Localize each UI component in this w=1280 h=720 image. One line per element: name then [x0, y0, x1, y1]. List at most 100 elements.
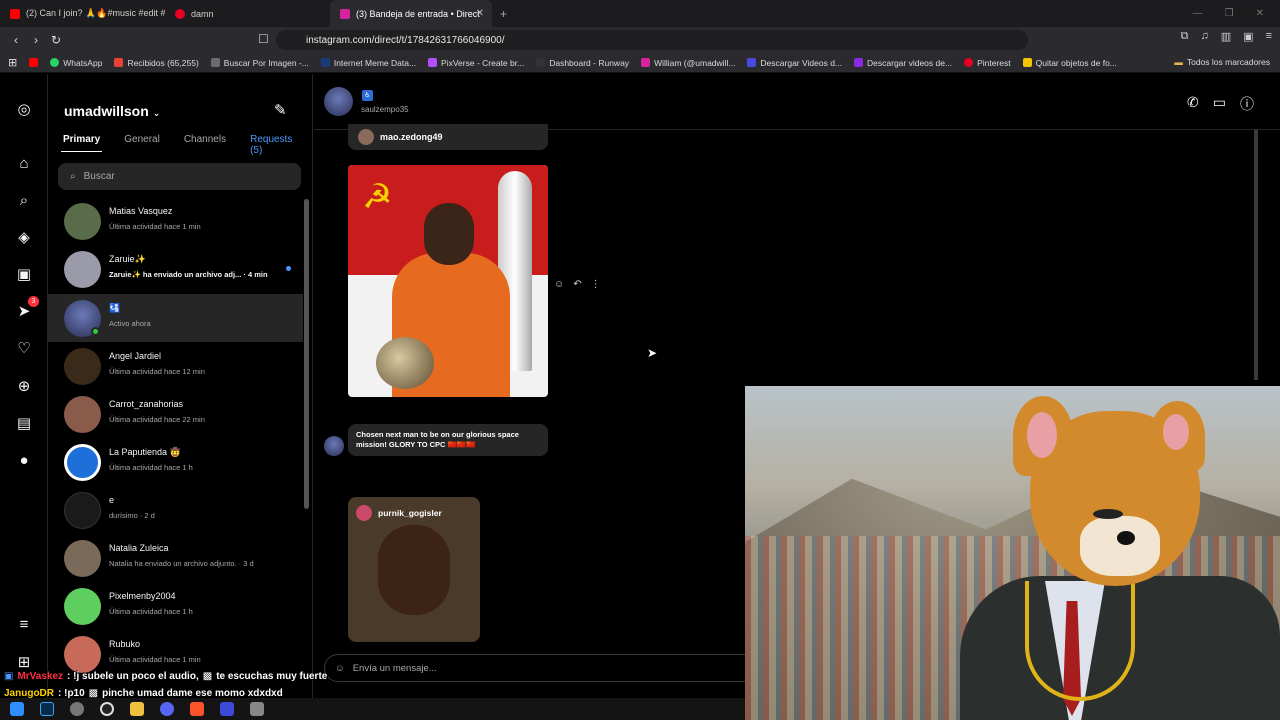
bookmark-7[interactable]: Descargar Videos d... [747, 58, 842, 68]
search-input[interactable]: ⌕ Buscar [58, 163, 301, 190]
new-tab-button[interactable]: + [492, 7, 515, 21]
bookmark-9[interactable]: Pinterest [964, 58, 1011, 68]
emoji-react-icon[interactable]: ☺ [554, 279, 564, 290]
conversation-item[interactable]: La Paputienda 🤠 Última actividad hace 1 … [48, 438, 303, 486]
conversation-name: Carrot_zanahorias [109, 399, 184, 409]
bookmark-4[interactable]: PixVerse - Create br... [428, 58, 524, 68]
bookmark-label: PixVerse - Create br... [441, 57, 525, 68]
conversation-item[interactable]: Angel Jardiel Última actividad hace 12 m… [48, 342, 303, 390]
menu-icon[interactable]: ≡ [14, 614, 34, 634]
bookmark-label: Internet Meme Data... [333, 57, 417, 68]
discord-icon[interactable] [160, 702, 174, 716]
reels-icon[interactable]: ▣ [14, 264, 34, 284]
back-icon[interactable]: ‹ [6, 33, 26, 47]
conversation-name: e [109, 495, 115, 505]
vegas-icon[interactable] [220, 702, 234, 716]
bookmark-1[interactable]: Recibidos (65,255) [114, 58, 199, 68]
close-window-icon[interactable]: ✕ [1256, 8, 1264, 19]
create-icon[interactable]: ⊕ [14, 376, 34, 396]
brave-icon[interactable] [190, 702, 204, 716]
bookmark-6[interactable]: William (@umadwill... [641, 58, 735, 68]
tab-requests[interactable]: Requests (5) [250, 134, 292, 156]
tab-label: (3) Bandeja de entrada • Direct [356, 8, 480, 19]
tab-primary[interactable]: Primary [60, 134, 103, 154]
reply-icon[interactable]: ↶ [573, 279, 581, 290]
tab-general[interactable]: General [124, 134, 160, 154]
shared-post-image[interactable]: ☭ [348, 165, 548, 397]
bookmark-icon[interactable]: ☐ [258, 32, 269, 46]
bookmark-8[interactable]: Descargar videos de... [854, 58, 952, 68]
browser-tab-pinterest[interactable]: damn [165, 0, 330, 27]
menu-icon[interactable]: ≡ [1266, 30, 1272, 43]
conversation-item[interactable]: Carrot_zanahorias Última actividad hace … [48, 390, 303, 438]
conversation-item-selected[interactable]: 🛂 Activo ahora [48, 294, 303, 342]
account-switcher[interactable]: umadwillson ⌄ [64, 103, 160, 119]
photoshop-icon[interactable] [40, 702, 54, 716]
sidebar-icon[interactable]: ▥ [1221, 30, 1231, 43]
bookmark-2[interactable]: Buscar Por Imagen -... [210, 58, 309, 68]
conversation-item[interactable]: Zaruie✨ Zaruie✨ ha enviado un archivo ad… [48, 245, 303, 293]
conversation-item[interactable]: Matias Vasquez Última actividad hace 1 m… [48, 197, 303, 245]
stream-chat-message-cont: te escuchas muy fuerte [216, 671, 328, 682]
media-icon[interactable]: ♫ [1201, 30, 1209, 43]
pinterest-icon [964, 58, 974, 67]
browser-tab-instagram[interactable]: (3) Bandeja de entrada • Direct ✕ [330, 0, 492, 27]
runway-icon [536, 58, 546, 67]
profile-avatar[interactable]: ● [14, 450, 34, 470]
reload-icon[interactable]: ↻ [46, 33, 66, 47]
all-bookmarks[interactable]: ▬ Todos los marcadores [1174, 57, 1270, 67]
file-explorer-icon[interactable] [130, 702, 144, 716]
conversation-status: durísimo · 2 d [109, 511, 155, 520]
avatar [64, 491, 101, 529]
conversation-name: Matias Vasquez [109, 206, 173, 216]
bookmark-3[interactable]: Internet Meme Data... [320, 57, 417, 68]
tab-channels[interactable]: Channels [184, 134, 226, 154]
info-icon[interactable]: ⓘ [1240, 94, 1254, 114]
conversation-item[interactable]: Natalia Zuleica Natalia ha enviado un ar… [48, 534, 303, 582]
wallet-icon[interactable]: ▣ [1243, 30, 1253, 43]
video-call-icon[interactable]: ▭ [1213, 94, 1226, 114]
url-field[interactable]: instagram.com/direct/t/17842631766046900… [276, 30, 1028, 50]
shared-post-header[interactable]: mao.zedong49 [348, 124, 548, 150]
conversation-name: Rubuko [109, 639, 141, 649]
chat-title-badge: ♿ [362, 90, 373, 101]
avatar[interactable] [324, 87, 353, 116]
conversation-item[interactable]: e durísimo · 2 d [48, 486, 303, 534]
mouse-cursor-icon: ➤ [647, 346, 658, 360]
avatar [356, 505, 372, 521]
chat-scrollbar[interactable] [1254, 130, 1258, 380]
obs-icon[interactable] [100, 702, 114, 716]
extensions-icon[interactable]: ⧉ [1181, 30, 1189, 43]
shared-reel-image[interactable]: purnik_gogisler [348, 497, 480, 642]
url-text: instagram.com/direct/t/17842631766046900… [306, 34, 505, 46]
more-icon[interactable]: ⋮ [591, 279, 601, 290]
chat-username: saulzempo35 [361, 105, 409, 114]
windows-start-icon[interactable] [10, 702, 24, 716]
explore-icon[interactable]: ◈ [14, 227, 34, 247]
search-icon[interactable]: ⌕ [14, 190, 34, 210]
minimize-icon[interactable]: — [1193, 8, 1203, 19]
inbox-scrollbar[interactable] [304, 199, 309, 509]
browser-tab-youtube[interactable]: (2) Can I join? 🙏🔥#music #edit #fo... [0, 0, 165, 27]
bookmark-label: Dashboard - Runway [549, 57, 630, 68]
home-icon[interactable]: ⌂ [14, 153, 34, 173]
app-icon[interactable] [70, 702, 84, 716]
app-icon[interactable] [250, 702, 264, 716]
heart-icon[interactable]: ♡ [14, 338, 34, 358]
apps-icon[interactable]: ⊞ [8, 56, 17, 69]
bookmark-5[interactable]: Dashboard - Runway [536, 58, 629, 68]
dashboard-icon[interactable]: ▤ [14, 413, 34, 433]
person-head-image [424, 203, 474, 265]
compose-icon[interactable]: ✎ [274, 101, 287, 119]
bookmark-youtube[interactable] [29, 58, 39, 67]
conversation-item[interactable]: Pixelmenby2004 Última actividad hace 1 h [48, 582, 303, 630]
person-face-image [378, 525, 450, 615]
phone-icon[interactable]: ✆ [1187, 94, 1199, 114]
forward-icon[interactable]: › [26, 33, 46, 47]
instagram-logo-icon[interactable]: ◎ [14, 99, 34, 119]
close-tab-icon[interactable]: ✕ [476, 8, 484, 19]
restore-icon[interactable]: ❐ [1225, 8, 1234, 19]
messages-icon[interactable]: ➤ 3 [14, 296, 39, 321]
bookmark-10[interactable]: Quitar objetos de fo... [1022, 58, 1117, 68]
bookmark-0[interactable]: WhatsApp [50, 58, 102, 68]
